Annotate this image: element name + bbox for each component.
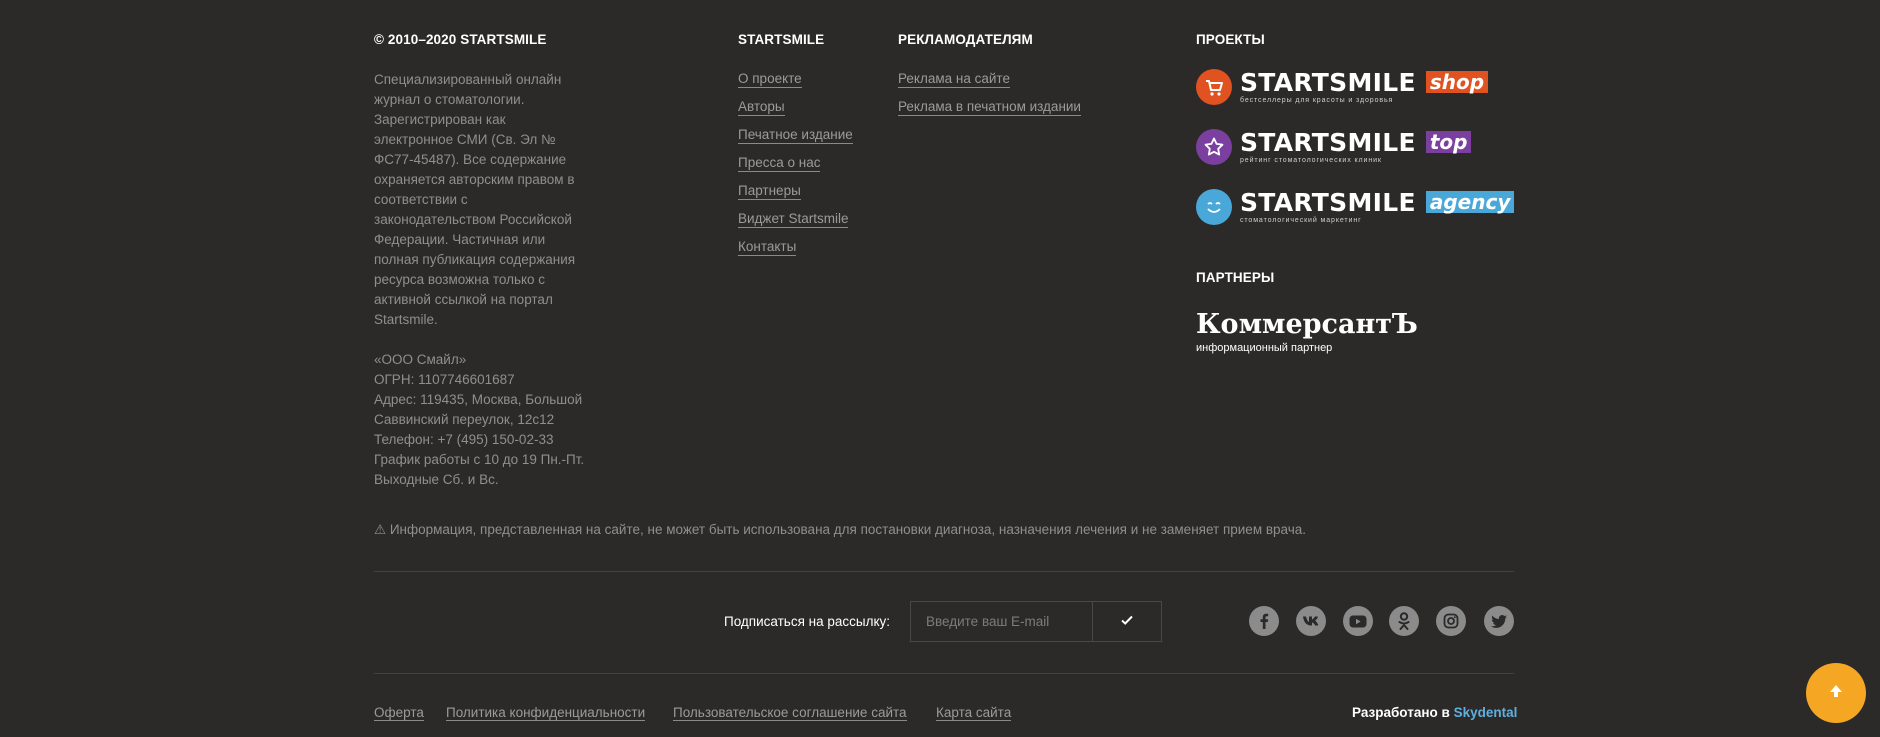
subscribe-submit-button[interactable] (1092, 601, 1162, 642)
star-icon (1196, 129, 1232, 165)
project-top-tag: top (1425, 131, 1472, 153)
link-user-agreement[interactable]: Пользовательское соглашение сайта (673, 705, 907, 721)
link-widget[interactable]: Виджет Startsmile (738, 211, 849, 228)
link-authors[interactable]: Авторы (738, 99, 785, 116)
project-shop[interactable]: STARTSMILE бестселлеры для красоты и здо… (1196, 67, 1489, 107)
partner-subtitle: информационный партнер (1196, 342, 1333, 354)
advertisers-links: Реклама на сайте Реклама в печатном изда… (898, 70, 1081, 126)
about-description: Специализированный онлайн журнал о стома… (374, 72, 576, 327)
odnoklassniki-icon[interactable] (1389, 606, 1419, 636)
instagram-icon[interactable] (1436, 606, 1466, 636)
facebook-icon[interactable] (1249, 606, 1279, 636)
scroll-to-top-button[interactable] (1806, 663, 1866, 723)
link-site-ads[interactable]: Реклама на сайте (898, 71, 1010, 88)
link-offer[interactable]: Оферта (374, 705, 424, 721)
project-agency-tag: agency (1425, 191, 1515, 213)
project-agency-subtitle: стоматологический маркетинг (1240, 216, 1362, 224)
partner-kommersant-logo[interactable]: КоммерсантЪ информационный партнер (1196, 309, 1418, 355)
advertisers-heading: РЕКЛАМОДАТЕЛЯМ (898, 32, 1033, 47)
project-top[interactable]: STARTSMILE рейтинг стоматологических кли… (1196, 127, 1472, 167)
email-input[interactable] (910, 601, 1092, 642)
arrow-up-icon (1828, 683, 1844, 704)
divider-bottom (374, 673, 1514, 674)
credits: Разработано в Skydental (1352, 705, 1517, 720)
project-shop-brand: STARTSMILE (1240, 67, 1416, 97)
company-details: «ООО Смайл» ОГРН: 1107746601687 Адрес: 1… (374, 352, 585, 487)
link-partners[interactable]: Партнеры (738, 183, 801, 200)
medical-disclaimer: ⚠ Информация, представленная на сайте, н… (374, 522, 1307, 537)
link-contacts[interactable]: Контакты (738, 239, 797, 256)
project-shop-subtitle: бестселлеры для красоты и здоровья (1240, 96, 1394, 104)
link-press[interactable]: Пресса о нас (738, 155, 821, 172)
projects-heading: ПРОЕКТЫ (1196, 32, 1265, 47)
vk-icon[interactable] (1296, 606, 1326, 636)
smile-face-icon (1196, 189, 1232, 225)
copyright: © 2010–2020 STARTSMILE (374, 32, 547, 47)
startsmile-heading: STARTSMILE (738, 32, 825, 47)
partners-heading: ПАРТНЕРЫ (1196, 270, 1275, 285)
partner-name: КоммерсантЪ (1196, 309, 1418, 340)
project-agency-brand: STARTSMILE (1240, 187, 1416, 217)
cart-icon (1196, 69, 1232, 105)
about-text: Специализированный онлайн журнал о стома… (374, 70, 596, 490)
project-top-brand: STARTSMILE (1240, 127, 1416, 157)
link-privacy-policy[interactable]: Политика конфиденциальности (446, 705, 646, 721)
credits-text: Разработано в (1352, 705, 1450, 720)
credits-link[interactable]: Skydental (1454, 705, 1518, 720)
divider-top (374, 571, 1514, 572)
link-sitemap[interactable]: Карта сайта (936, 705, 1012, 721)
link-about-project[interactable]: О проекте (738, 71, 802, 88)
link-print-edition[interactable]: Печатное издание (738, 127, 853, 144)
twitter-icon[interactable] (1484, 606, 1514, 636)
youtube-icon[interactable] (1343, 606, 1373, 636)
project-top-subtitle: рейтинг стоматологических клиник (1240, 156, 1382, 164)
subscribe-label: Подписаться на рассылку: (724, 614, 891, 629)
checkmark-icon (1119, 612, 1135, 631)
link-print-ads[interactable]: Реклама в печатном издании (898, 99, 1081, 116)
project-agency[interactable]: STARTSMILE стоматологический маркетинг a… (1196, 187, 1515, 227)
startsmile-links: О проекте Авторы Печатное издание Пресса… (738, 70, 853, 266)
project-shop-tag: shop (1425, 71, 1489, 93)
